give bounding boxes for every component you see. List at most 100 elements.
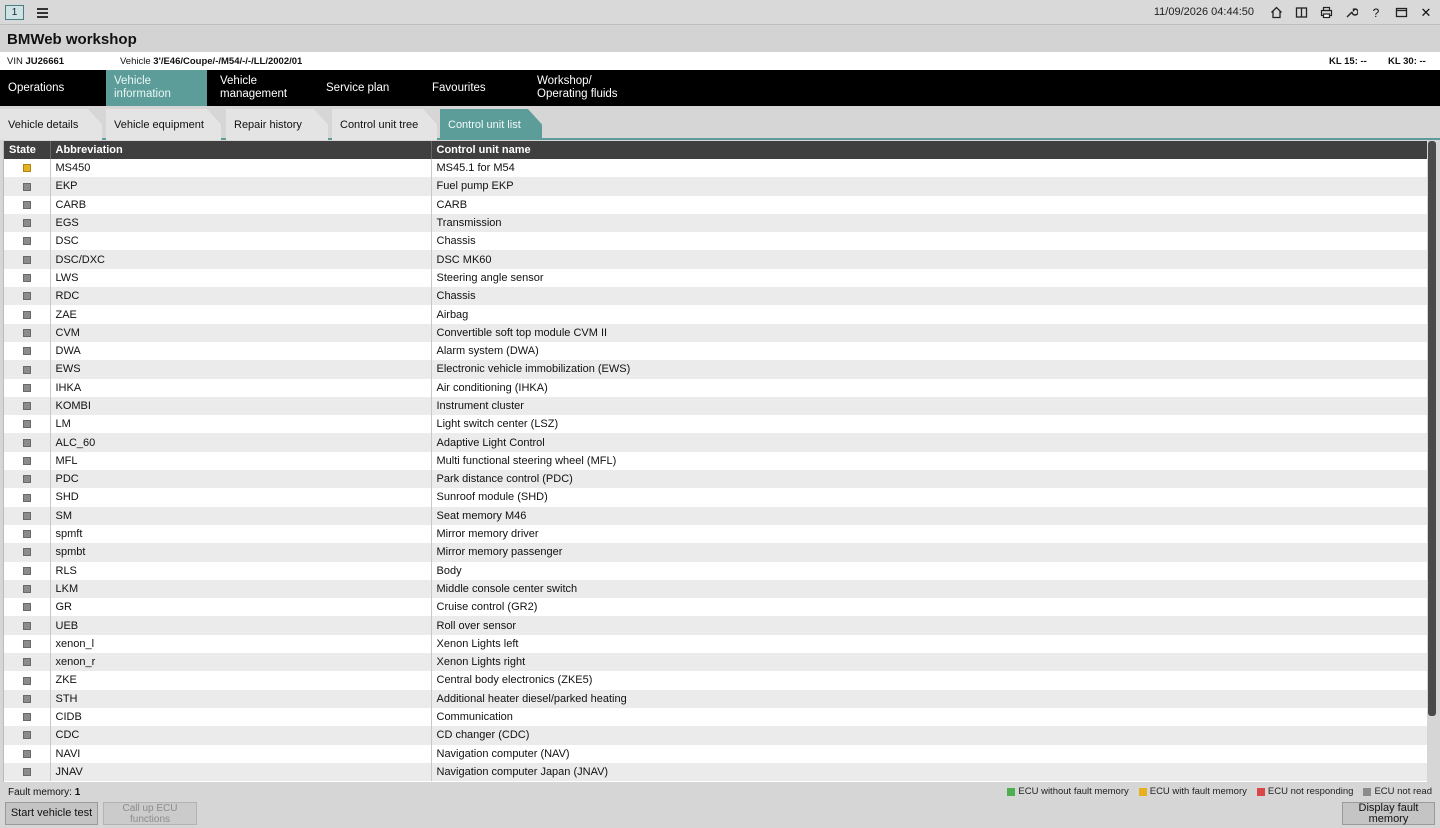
nav-favourites[interactable]: Favourites <box>424 70 524 106</box>
table-row[interactable]: RDC Chassis <box>4 287 1427 306</box>
column-header-abbreviation[interactable]: Abbreviation <box>50 141 432 159</box>
abbreviation-cell: ZAE <box>50 305 432 324</box>
tab-vehicle-details[interactable]: Vehicle details <box>0 109 102 140</box>
table-row[interactable]: LKM Middle console center switch <box>4 579 1427 599</box>
vehicle-label: Vehicle <box>120 56 151 67</box>
hamburger-menu-icon[interactable] <box>37 6 48 18</box>
control-unit-name-cell: Xenon Lights left <box>431 634 1427 654</box>
table-row[interactable]: SHD Sunroof module (SHD) <box>4 488 1427 507</box>
abbreviation-cell: KOMBI <box>50 396 432 416</box>
table-row[interactable]: RLS Body <box>4 561 1427 580</box>
abbreviation-cell: MFL <box>50 451 432 471</box>
start-vehicle-test-button[interactable]: Start vehicle test <box>5 802 98 825</box>
abbreviation-cell: PDC <box>50 470 432 489</box>
control-unit-name-cell: Additional heater diesel/parked heating <box>431 689 1427 708</box>
print-icon[interactable] <box>1317 4 1335 21</box>
abbreviation-cell: IHKA <box>50 378 432 397</box>
legend-item: ECU not responding <box>1256 786 1354 797</box>
table-scrollbar[interactable] <box>1428 141 1436 716</box>
table-row[interactable]: ZAE Airbag <box>4 305 1427 324</box>
table-row[interactable]: STH Additional heater diesel/parked heati… <box>4 689 1427 708</box>
help-icon[interactable]: ? <box>1367 4 1385 21</box>
table-row[interactable]: spmft Mirror memory driver <box>4 524 1427 544</box>
table-row[interactable]: JNAV Navigation computer Japan (JNAV) <box>4 762 1427 782</box>
table-row[interactable]: MFL Multi functional steering wheel (MFL) <box>4 451 1427 471</box>
call-up-ecu-functions-button[interactable]: Call up ECU functions <box>103 802 197 825</box>
window-number-button[interactable]: 1 <box>5 5 24 20</box>
table-row[interactable]: LWS Steering angle sensor <box>4 268 1427 288</box>
state-indicator-icon <box>23 603 31 612</box>
kl15-status: KL 15: -- <box>1329 56 1367 67</box>
state-indicator-icon <box>23 420 31 429</box>
table-row[interactable]: ZKE Central body electronics (ZKE5) <box>4 671 1427 690</box>
control-unit-name-cell: Alarm system (DWA) <box>431 341 1427 361</box>
table-row[interactable]: UEB Roll over sensor <box>4 616 1427 635</box>
table-row[interactable]: LM Light switch center (LSZ) <box>4 415 1427 434</box>
legend-label: ECU not responding <box>1267 786 1354 797</box>
close-icon[interactable]: ✕ <box>1417 4 1435 21</box>
tab-control-unit-list[interactable]: Control unit list <box>440 109 542 140</box>
table-row[interactable]: SM Seat memory M46 <box>4 506 1427 525</box>
table-row[interactable]: CVM Convertible soft top module CVM II <box>4 323 1427 342</box>
split-view-icon[interactable] <box>1292 4 1310 21</box>
table-row[interactable]: ALC_60 Adaptive Light Control <box>4 433 1427 452</box>
state-cell <box>4 433 51 452</box>
abbreviation-cell: DSC <box>50 232 432 251</box>
table-row[interactable]: CDC CD changer (CDC) <box>4 726 1427 745</box>
column-header-state[interactable]: State <box>4 141 51 159</box>
control-unit-name-cell: Sunroof module (SHD) <box>431 488 1427 507</box>
table-row[interactable]: xenon_l Xenon Lights left <box>4 634 1427 654</box>
state-cell <box>4 268 51 288</box>
kl30-status: KL 30: -- <box>1388 56 1426 67</box>
nav-workshop-operating-fluids[interactable]: Workshop/ Operating fluids <box>529 70 639 106</box>
table-row[interactable]: CARB CARB <box>4 195 1427 214</box>
table-row[interactable]: CIDB Communication <box>4 707 1427 727</box>
wrench-icon[interactable] <box>1342 4 1360 21</box>
restore-window-icon[interactable] <box>1392 4 1410 21</box>
table-row[interactable]: GR Cruise control (GR2) <box>4 598 1427 617</box>
vehicle-info-bar: VIN JU26661 Vehicle 3'/E46/Coupe/-/M54/-… <box>0 52 1440 70</box>
control-unit-name-cell: Mirror memory driver <box>431 524 1427 544</box>
table-row[interactable]: spmbt Mirror memory passenger <box>4 543 1427 562</box>
abbreviation-cell: SM <box>50 506 432 525</box>
state-cell <box>4 543 51 562</box>
tab-control-unit-tree[interactable]: Control unit tree <box>332 109 437 140</box>
abbreviation-cell: spmbt <box>50 543 432 562</box>
control-unit-name-cell: Airbag <box>431 305 1427 324</box>
state-indicator-icon <box>23 438 31 447</box>
legend-swatch-icon <box>1138 787 1147 796</box>
tab-vehicle-equipment[interactable]: Vehicle equipment <box>106 109 221 140</box>
display-fault-memory-button[interactable]: Display fault memory <box>1342 802 1435 825</box>
nav-operations[interactable]: Operations <box>0 70 106 106</box>
table-row[interactable]: DSC Chassis <box>4 232 1427 251</box>
table-row[interactable]: MS450 MS45.1 for M54 <box>4 159 1427 178</box>
abbreviation-cell: CIDB <box>50 707 432 727</box>
control-unit-name-cell: Instrument cluster <box>431 396 1427 416</box>
column-header-control-unit-name[interactable]: Control unit name <box>431 141 1427 159</box>
tab-repair-history[interactable]: Repair history <box>226 109 328 140</box>
table-row[interactable]: KOMBI Instrument cluster <box>4 396 1427 416</box>
home-icon[interactable] <box>1267 4 1285 21</box>
abbreviation-cell: JNAV <box>50 762 432 782</box>
table-row[interactable]: DSC/DXC DSC MK60 <box>4 250 1427 269</box>
abbreviation-cell: DWA <box>50 341 432 361</box>
fault-memory-count: Fault memory: 1 <box>8 787 80 798</box>
table-row[interactable]: xenon_r Xenon Lights right <box>4 653 1427 672</box>
table-row[interactable]: DWA Alarm system (DWA) <box>4 341 1427 361</box>
nav-vehicle-information[interactable]: Vehicle information <box>106 70 207 106</box>
abbreviation-cell: xenon_l <box>50 634 432 654</box>
system-bar: 1 11/09/2026 04:44:50 ? ✕ <box>0 0 1440 25</box>
state-indicator-icon <box>23 566 31 575</box>
table-body: MS450 MS45.1 for M54 EKP Fuel pump EKP CARB C… <box>4 159 1427 782</box>
table-row[interactable]: EGS Transmission <box>4 213 1427 233</box>
nav-vehicle-management[interactable]: Vehicle management <box>212 70 312 106</box>
nav-service-plan[interactable]: Service plan <box>318 70 418 106</box>
table-row[interactable]: PDC Park distance control (PDC) <box>4 470 1427 489</box>
state-cell <box>4 524 51 544</box>
table-row[interactable]: EWS Electronic vehicle immobilization (EW… <box>4 360 1427 379</box>
table-row[interactable]: NAVI Navigation computer (NAV) <box>4 744 1427 763</box>
state-cell <box>4 415 51 434</box>
table-row[interactable]: IHKA Air conditioning (IHKA) <box>4 378 1427 397</box>
table-row[interactable]: EKP Fuel pump EKP <box>4 177 1427 196</box>
abbreviation-cell: UEB <box>50 616 432 635</box>
